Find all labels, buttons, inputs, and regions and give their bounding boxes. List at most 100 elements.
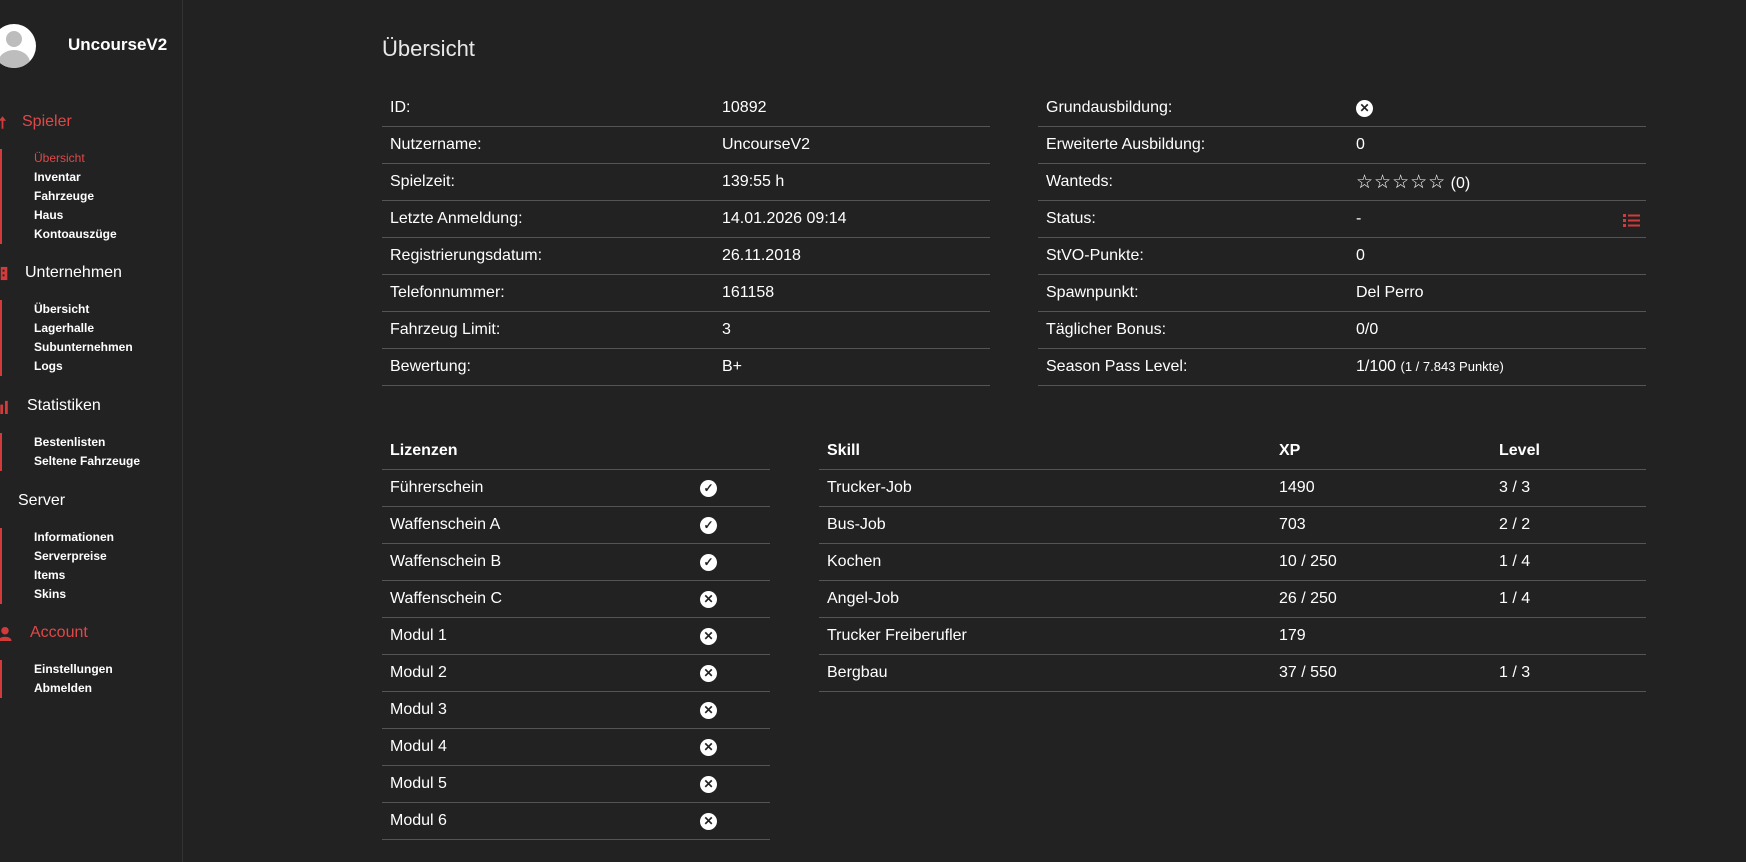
license-row: Waffenschein B ✓ — [382, 543, 770, 581]
section-header-unternehmen[interactable]: Unternehmen — [0, 262, 182, 286]
sidebar-section-unternehmen: Unternehmen Übersicht Lagerhalle Subunte… — [0, 262, 182, 376]
info-label: Season Pass Level: — [1038, 348, 1348, 386]
skill-xp: 179 — [1271, 617, 1491, 655]
sidebar-item-bestenlisten[interactable]: Bestenlisten — [34, 433, 182, 452]
info-label: Fahrzeug Limit: — [382, 311, 714, 349]
license-row: Modul 5 ✕ — [382, 765, 770, 803]
sidebar-section-server: Server Informationen Serverpreise Items … — [0, 490, 182, 604]
license-row: Modul 1 ✕ — [382, 617, 770, 655]
sidebar-item-inventar[interactable]: Inventar — [34, 168, 182, 187]
info-row-grundausbildung: Grundausbildung: ✕ — [1038, 90, 1646, 127]
avatar[interactable] — [0, 24, 36, 68]
license-name: Modul 5 — [382, 765, 692, 803]
sidebar-item-skins[interactable]: Skins — [34, 585, 182, 604]
info-label: Täglicher Bonus: — [1038, 311, 1348, 349]
skill-level: 1 / 4 — [1491, 580, 1646, 618]
info-value: ✕ — [1348, 90, 1646, 127]
section-header-account[interactable]: Account — [0, 622, 182, 646]
info-row-stvo-punkte: StVO-Punkte: 0 — [1038, 237, 1646, 275]
info-row-spawnpunkt: Spawnpunkt: Del Perro — [1038, 274, 1646, 312]
info-value: B+ — [714, 348, 990, 386]
skill-xp: 26 / 250 — [1271, 580, 1491, 618]
sidebar-item-subunternehmen[interactable]: Subunternehmen — [34, 338, 182, 357]
info-value: 10892 — [714, 90, 990, 127]
x-circle-icon: ✕ — [700, 665, 717, 682]
section-header-spieler[interactable]: Spieler — [0, 111, 182, 135]
sidebar-item-items[interactable]: Items — [34, 566, 182, 585]
x-circle-icon: ✕ — [700, 702, 717, 719]
season-level: 1/100 — [1356, 358, 1397, 375]
skill-skill: Trucker Freiberufler — [819, 617, 1271, 655]
sidebar-item-fahrzeuge[interactable]: Fahrzeuge — [34, 187, 182, 206]
info-label: Erweiterte Ausbildung: — [1038, 126, 1348, 164]
skill-level: 1 / 4 — [1491, 543, 1646, 581]
info-value: 3 — [714, 311, 990, 349]
info-row-telefonnummer: Telefonnummer: 161158 — [382, 274, 990, 312]
license-name: Waffenschein C — [382, 580, 692, 618]
check-circle-icon: ✓ — [700, 554, 717, 571]
info-row-wanteds: Wanteds: ☆☆☆☆☆ (0) — [1038, 163, 1646, 201]
info-value: 26.11.2018 — [714, 237, 990, 275]
info-row-spielzeit: Spielzeit: 139:55 h — [382, 163, 990, 201]
sidebar-item-lagerhalle[interactable]: Lagerhalle — [34, 319, 182, 338]
info-value: ☆☆☆☆☆ (0) — [1348, 163, 1646, 201]
info-row-season-pass: Season Pass Level: 1/100 (1 / 7.843 Punk… — [1038, 348, 1646, 386]
info-value: 0/0 — [1348, 311, 1646, 349]
info-row-bewertung: Bewertung: B+ — [382, 348, 990, 386]
info-label: Telefonnummer: — [382, 274, 714, 312]
sidebar: UncourseV2 Spieler Übersicht Inventar Fa… — [0, 0, 183, 862]
info-row-nutzername: Nutzername: UncourseV2 — [382, 126, 990, 164]
x-circle-icon: ✕ — [700, 591, 717, 608]
skill-level: 1 / 3 — [1491, 654, 1646, 692]
sidebar-item-haus[interactable]: Haus — [34, 206, 182, 225]
x-circle-icon: ✕ — [700, 739, 717, 756]
wanted-count: (0) — [1450, 174, 1471, 192]
skills-table: Skill XP Level Trucker-Job 1490 3 / 3 Bus-J… — [819, 433, 1646, 692]
sidebar-item-unternehmen-uebersicht[interactable]: Übersicht — [34, 300, 182, 319]
info-row-letzte-anmeldung: Letzte Anmeldung: 14.01.2026 09:14 — [382, 200, 990, 238]
page-title: Übersicht — [382, 36, 475, 61]
sidebar-item-abmelden[interactable]: Abmelden — [34, 679, 182, 698]
skill-skill: Kochen — [819, 543, 1271, 581]
sidebar-section-spieler: Spieler Übersicht Inventar Fahrzeuge Hau… — [0, 111, 182, 244]
info-label: StVO-Punkte: — [1038, 237, 1348, 275]
license-row: Führerschein ✓ — [382, 469, 770, 507]
list-icon[interactable] — [1623, 214, 1640, 227]
sidebar-item-kontoauszuege[interactable]: Kontoauszüge — [34, 225, 182, 244]
section-header-server[interactable]: Server — [0, 490, 182, 514]
info-label: Grundausbildung: — [1038, 90, 1348, 127]
sidebar-item-logs[interactable]: Logs — [34, 357, 182, 376]
skill-row: Trucker Freiberufler 179 — [819, 617, 1646, 655]
username: UncourseV2 — [68, 35, 168, 54]
license-row: Modul 2 ✕ — [382, 654, 770, 692]
info-value: 14.01.2026 09:14 — [714, 200, 990, 238]
info-row-erweiterte-ausbildung: Erweiterte Ausbildung: 0 — [1038, 126, 1646, 164]
sidebar-item-einstellungen[interactable]: Einstellungen — [34, 660, 182, 679]
x-circle-icon: ✕ — [700, 813, 717, 830]
license-name: Waffenschein B — [382, 543, 692, 581]
x-circle-icon: ✕ — [700, 776, 717, 793]
user-icon — [0, 626, 12, 641]
sidebar-item-informationen[interactable]: Informationen — [34, 528, 182, 547]
section-header-statistiken[interactable]: Statistiken — [0, 395, 182, 419]
check-circle-icon: ✓ — [700, 517, 717, 534]
x-circle-icon: ✕ — [1356, 100, 1373, 117]
skill-xp: 1490 — [1271, 469, 1491, 507]
skill-xp: 703 — [1271, 506, 1491, 544]
building-icon — [0, 266, 8, 281]
info-row-fahrzeug-limit: Fahrzeug Limit: 3 — [382, 311, 990, 349]
user-profile: UncourseV2 — [0, 24, 182, 68]
license-name: Modul 1 — [382, 617, 692, 655]
skill-skill: Angel-Job — [819, 580, 1271, 618]
info-value: - — [1348, 200, 1646, 238]
sidebar-item-uebersicht[interactable]: Übersicht — [34, 149, 182, 168]
skill-xp: 37 / 550 — [1271, 654, 1491, 692]
column-header-xp: XP — [1271, 433, 1491, 470]
sidebar-item-serverpreise[interactable]: Serverpreise — [34, 547, 182, 566]
skill-level — [1491, 617, 1646, 655]
section-items: Übersicht Lagerhalle Subunternehmen Logs — [0, 300, 182, 376]
license-row: Waffenschein C ✕ — [382, 580, 770, 618]
sidebar-item-seltene-fahrzeuge[interactable]: Seltene Fahrzeuge — [34, 452, 182, 471]
licenses-table: Lizenzen Führerschein ✓ Waffenschein A ✓ Waf… — [382, 433, 770, 840]
section-items: Bestenlisten Seltene Fahrzeuge — [0, 433, 182, 471]
